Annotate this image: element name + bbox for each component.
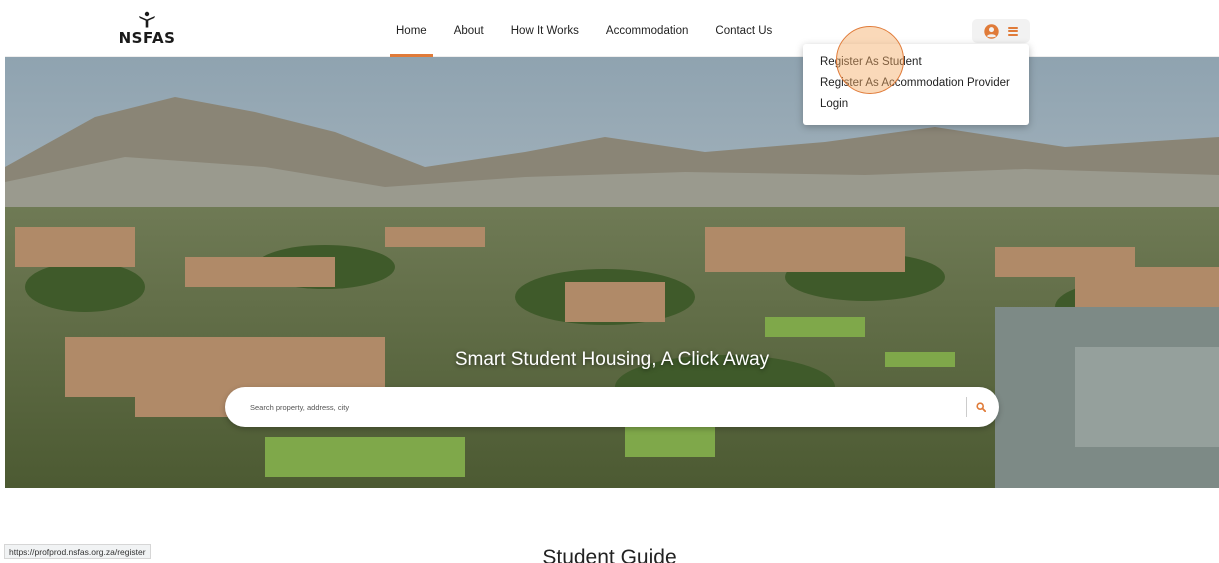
nav-how-it-works[interactable]: How It Works xyxy=(505,5,585,57)
hero-title: Smart Student Housing, A Click Away xyxy=(454,349,770,370)
main-nav: Home About How It Works Accommodation Co… xyxy=(390,5,793,57)
nsfas-logo[interactable]: NSFAS xyxy=(117,11,177,53)
logo-figure-icon xyxy=(139,11,155,28)
search-bar xyxy=(225,387,999,427)
logo-text: NSFAS xyxy=(118,29,176,47)
nav-about[interactable]: About xyxy=(448,5,490,57)
top-navbar: NSFAS Home About How It Works Accommodat… xyxy=(5,5,1219,57)
status-bar-url: https://profprod.nsfas.org.za/register xyxy=(4,544,151,559)
register-as-accommodation-provider-item[interactable]: Register As Accommodation Provider xyxy=(803,73,1029,94)
login-item[interactable]: Login xyxy=(803,94,1029,115)
search-icon xyxy=(976,402,986,412)
nav-home[interactable]: Home xyxy=(390,5,433,57)
user-menu-button[interactable] xyxy=(972,19,1030,43)
search-input[interactable] xyxy=(250,387,950,427)
register-as-student-item[interactable]: Register As Student xyxy=(803,52,1029,73)
user-circle-icon xyxy=(984,23,999,39)
user-dropdown-menu: Register As Student Register As Accommod… xyxy=(803,44,1029,125)
nav-contact-us[interactable]: Contact Us xyxy=(709,5,778,57)
page: NSFAS Home About How It Works Accommodat… xyxy=(0,0,1219,563)
hamburger-menu-icon xyxy=(1008,26,1018,36)
student-guide-heading: Student Guide xyxy=(542,546,677,563)
nav-accommodation[interactable]: Accommodation xyxy=(600,5,694,57)
search-divider xyxy=(966,397,967,417)
hero-banner: Smart Student Housing, A Click Away xyxy=(5,57,1219,488)
search-button[interactable] xyxy=(973,399,989,415)
